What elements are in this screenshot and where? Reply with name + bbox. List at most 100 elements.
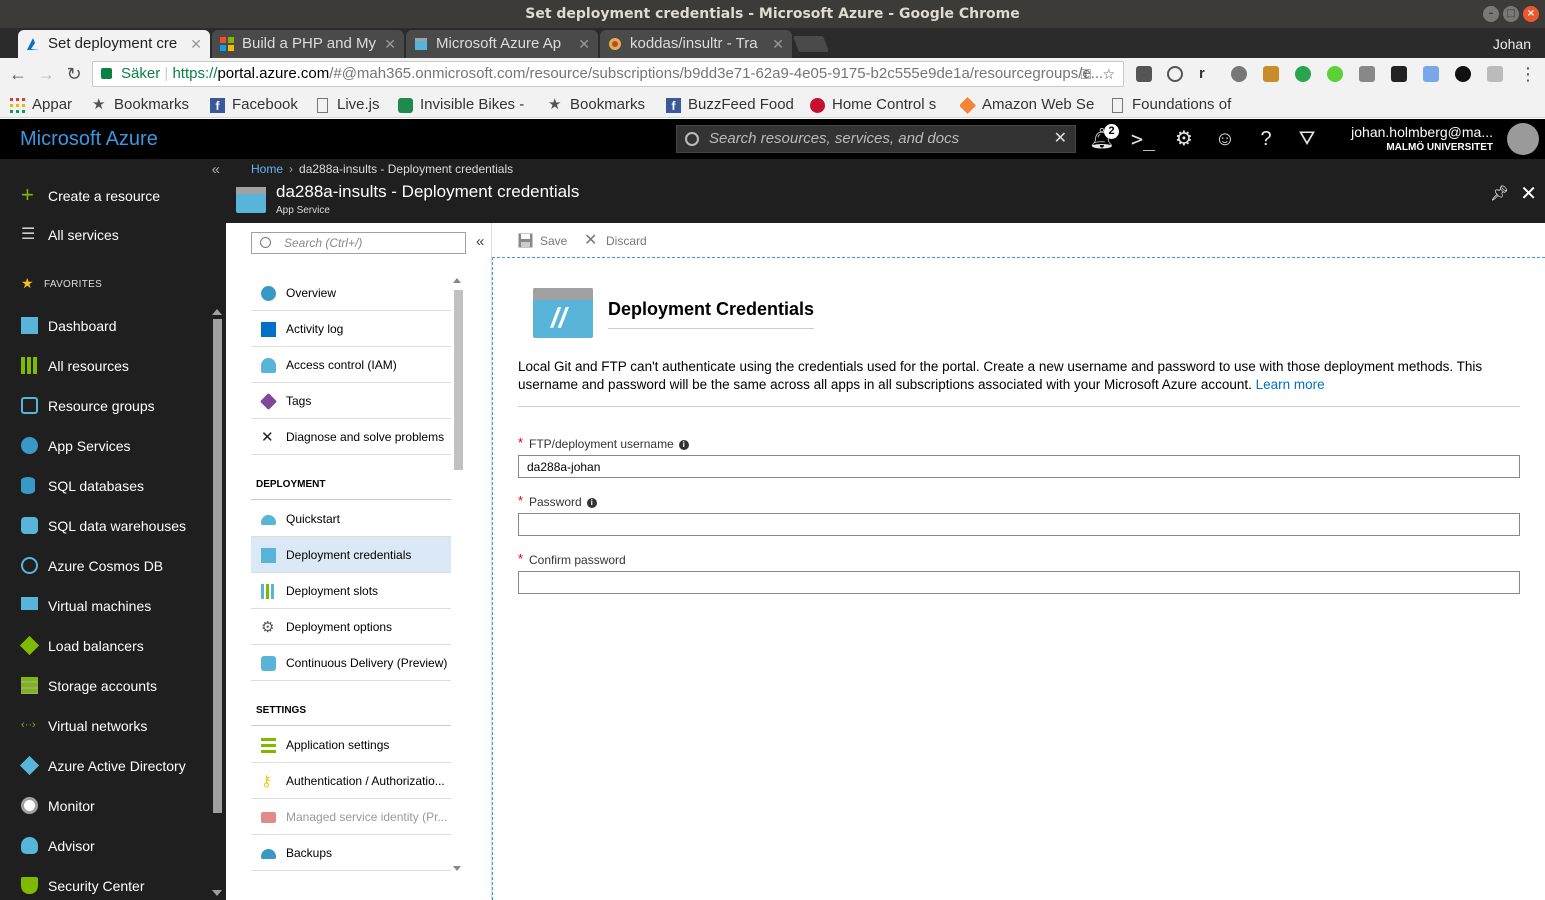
scrollbar-thumb[interactable] [454, 290, 463, 470]
nav-monitor[interactable]: Monitor [0, 786, 210, 826]
extension-box-icon[interactable] [1359, 66, 1375, 82]
menu-overview[interactable]: Overview [251, 275, 451, 311]
scroll-down-icon[interactable] [212, 890, 222, 896]
info-icon[interactable]: i [678, 440, 689, 450]
extension-bulb-icon[interactable] [1231, 66, 1247, 82]
nav-active-directory[interactable]: Azure Active Directory [0, 746, 210, 786]
extension-owl-icon[interactable] [1391, 66, 1407, 82]
nav-sql-warehouses[interactable]: SQL data warehouses [0, 506, 210, 546]
nav-create-resource[interactable]: + Create a resource [0, 176, 210, 216]
nav-advisor[interactable]: Advisor [0, 826, 210, 866]
left-nav-scrollbar[interactable] [210, 307, 226, 900]
nav-load-balancers[interactable]: Load balancers [0, 626, 210, 666]
minimize-button[interactable]: – [1483, 6, 1499, 22]
menu-deployment-slots[interactable]: Deployment slots [251, 573, 451, 609]
bookmark-bookmarks-2[interactable]: ★ Bookmarks [548, 94, 645, 116]
bookmark-star-icon[interactable]: ☆ [1102, 62, 1115, 86]
nav-resource-groups[interactable]: Resource groups [0, 386, 210, 426]
scroll-down-icon[interactable] [453, 866, 461, 871]
menu-activity-log[interactable]: Activity log [251, 311, 451, 347]
azure-brand[interactable]: Microsoft Azure [20, 119, 158, 159]
extension-id-icon[interactable] [1295, 66, 1311, 82]
menu-deployment-options[interactable]: ⚙ Deployment options [251, 609, 451, 645]
resource-menu-scrollbar[interactable] [452, 276, 464, 873]
menu-continuous-delivery[interactable]: Continuous Delivery (Preview) [251, 645, 451, 681]
discard-button[interactable]: ✕ Discard [584, 232, 647, 250]
password-input[interactable] [518, 513, 1520, 536]
bookmark-bookmarks-1[interactable]: ★ Bookmarks [92, 94, 189, 116]
extension-1-icon[interactable] [1136, 66, 1152, 82]
extension-basket-icon[interactable] [1263, 66, 1279, 82]
nav-sql-databases[interactable]: SQL databases [0, 466, 210, 506]
clear-search-icon[interactable]: ✕ [1054, 126, 1067, 152]
tab-set-deployment[interactable]: Set deployment cre ✕ [18, 30, 210, 58]
nav-app-services[interactable]: App Services [0, 426, 210, 466]
azure-search-input[interactable]: Search resources, services, and docs ✕ [676, 125, 1076, 153]
menu-deployment-credentials[interactable]: Deployment credentials [251, 537, 451, 573]
nav-security-center[interactable]: Security Center [0, 866, 210, 900]
menu-authentication[interactable]: ⚷ Authentication / Authorizatio... [251, 763, 451, 799]
close-tab-icon[interactable]: ✕ [384, 30, 396, 58]
nav-cosmos-db[interactable]: Azure Cosmos DB [0, 546, 210, 586]
nav-dashboard[interactable]: Dashboard [0, 306, 210, 346]
scroll-up-icon[interactable] [212, 309, 222, 315]
collapse-menu-icon[interactable]: « [476, 233, 484, 250]
cloud-shell-button[interactable]: >_ [1123, 119, 1163, 159]
feedback-button[interactable]: ☺ [1205, 119, 1245, 159]
menu-application-settings[interactable]: Application settings [251, 727, 451, 763]
extension-github-icon[interactable] [1455, 66, 1471, 82]
close-tab-icon[interactable]: ✕ [190, 30, 202, 58]
extension-r-icon[interactable]: r [1199, 66, 1215, 82]
breadcrumb-home[interactable]: Home [251, 162, 283, 176]
close-tab-icon[interactable]: ✕ [578, 30, 590, 58]
close-tab-icon[interactable]: ✕ [772, 30, 784, 58]
address-bar[interactable]: Säker | https://portal.azure.com/#@mah36… [92, 61, 1124, 87]
scroll-up-icon[interactable] [453, 278, 461, 283]
reload-icon[interactable]: ↻ [62, 62, 86, 86]
save-button[interactable]: Save [518, 232, 567, 250]
close-blade-icon[interactable]: ✕ [1520, 181, 1537, 206]
scrollbar-thumb[interactable] [213, 319, 222, 813]
account-menu[interactable]: johan.holmberg@ma... MALMÖ UNIVERSITET [1351, 124, 1493, 153]
info-icon[interactable]: i [586, 498, 597, 508]
menu-iam[interactable]: Access control (IAM) [251, 347, 451, 383]
new-tab-button[interactable] [793, 36, 829, 52]
confirm-password-input[interactable] [518, 571, 1520, 594]
username-input[interactable] [518, 455, 1520, 478]
extension-doc-icon[interactable] [1423, 66, 1439, 82]
bookmark-appar[interactable]: Appar [10, 94, 72, 116]
collapse-nav-icon[interactable]: « [212, 161, 220, 178]
menu-managed-identity[interactable]: Managed service identity (Pr... [251, 799, 451, 835]
bookmark-foundations[interactable]: Foundations of [1110, 94, 1244, 116]
menu-tags[interactable]: Tags [251, 383, 451, 419]
bookmark-aws[interactable]: Amazon Web Se [960, 94, 1098, 116]
forward-icon[interactable]: → [34, 62, 58, 86]
bookmark-home-control[interactable]: Home Control s [810, 94, 948, 116]
avatar[interactable] [1507, 123, 1539, 155]
nav-storage-accounts[interactable]: Storage accounts [0, 666, 210, 706]
back-icon[interactable]: ← [6, 62, 30, 86]
nav-virtual-networks[interactable]: ‹··› Virtual networks [0, 706, 210, 746]
learn-more-link[interactable]: Learn more [1256, 377, 1325, 392]
tab-build-php[interactable]: Build a PHP and My ✕ [212, 30, 404, 58]
pin-icon[interactable]: 📌︎ [1490, 184, 1509, 202]
nav-all-services[interactable]: ☰ All services [0, 215, 210, 255]
bookmark-livejs[interactable]: Live.js [315, 94, 380, 116]
menu-quickstart[interactable]: Quickstart [251, 501, 451, 537]
directory-filter-button[interactable]: ⛛ [1287, 119, 1327, 159]
extension-gray-icon[interactable] [1487, 66, 1503, 82]
bookmark-buzzfeed[interactable]: f BuzzFeed Food [666, 94, 794, 116]
help-button[interactable]: ? [1246, 119, 1286, 159]
nav-all-resources[interactable]: All resources [0, 346, 210, 386]
tab-azure-app[interactable]: Microsoft Azure Ap ✕ [406, 30, 598, 58]
close-window-button[interactable]: × [1523, 6, 1539, 22]
settings-button[interactable]: ⚙ [1164, 119, 1204, 159]
extension-w-icon[interactable] [1327, 66, 1343, 82]
key-icon[interactable]: ⚿ [1080, 62, 1091, 86]
resource-menu-search[interactable]: Search (Ctrl+/) [251, 232, 466, 254]
nav-virtual-machines[interactable]: Virtual machines [0, 586, 210, 626]
tab-travis[interactable]: koddas/insultr - Tra ✕ [600, 30, 792, 58]
notifications-button[interactable]: 🔔︎ 2 [1082, 119, 1122, 159]
menu-backups[interactable]: Backups [251, 835, 451, 871]
chrome-menu-icon[interactable]: ⋮ [1516, 62, 1540, 86]
